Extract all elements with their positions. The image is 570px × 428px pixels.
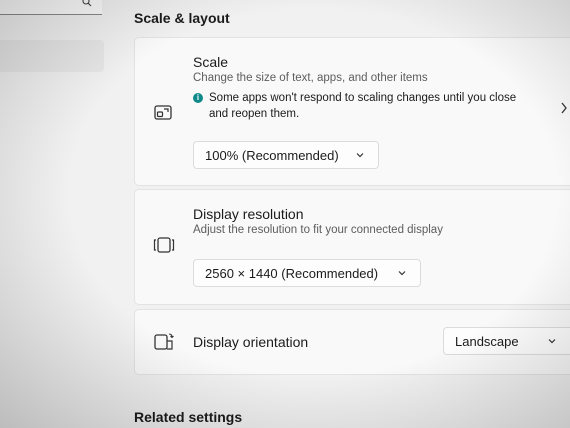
resolution-dropdown-value: 2560 × 1440 (Recommended) — [205, 266, 379, 281]
nav-search-box[interactable] — [0, 0, 102, 15]
section-title: Scale & layout — [134, 10, 230, 26]
scale-subtitle: Change the size of text, apps, and other… — [193, 72, 428, 84]
resolution-card: Display resolution Adjust the resolution… — [134, 189, 570, 305]
orientation-card: Display orientation Landscape — [134, 309, 570, 375]
settings-page: Scale & layout Scale Change the size of … — [0, 0, 570, 428]
orientation-icon — [154, 333, 174, 350]
chevron-down-icon — [398, 271, 406, 276]
chevron-down-icon — [356, 153, 364, 158]
info-icon: i — [193, 93, 203, 103]
scale-dropdown[interactable]: 100% (Recommended) — [193, 141, 379, 169]
scale-info-text: Some apps won't respond to scaling chang… — [209, 92, 517, 120]
nav-item-selected[interactable] — [0, 40, 104, 72]
scale-card[interactable]: Scale Change the size of text, apps, and… — [134, 37, 570, 186]
scale-dropdown-value: 100% (Recommended) — [205, 148, 339, 163]
resolution-dropdown[interactable]: 2560 × 1440 (Recommended) — [193, 259, 421, 287]
scale-title: Scale — [193, 54, 229, 70]
chevron-right-icon[interactable] — [560, 102, 568, 114]
resolution-subtitle: Adjust the resolution to fit your connec… — [193, 224, 443, 236]
orientation-title: Display orientation — [193, 334, 309, 350]
search-icon — [82, 0, 92, 7]
resolution-title: Display resolution — [193, 206, 304, 222]
resolution-icon — [153, 237, 175, 253]
orientation-dropdown-value: Landscape — [455, 334, 519, 349]
chevron-down-icon — [548, 339, 556, 344]
scale-icon — [154, 105, 172, 120]
orientation-dropdown[interactable]: Landscape — [443, 327, 570, 355]
related-settings-heading: Related settings — [134, 409, 243, 425]
